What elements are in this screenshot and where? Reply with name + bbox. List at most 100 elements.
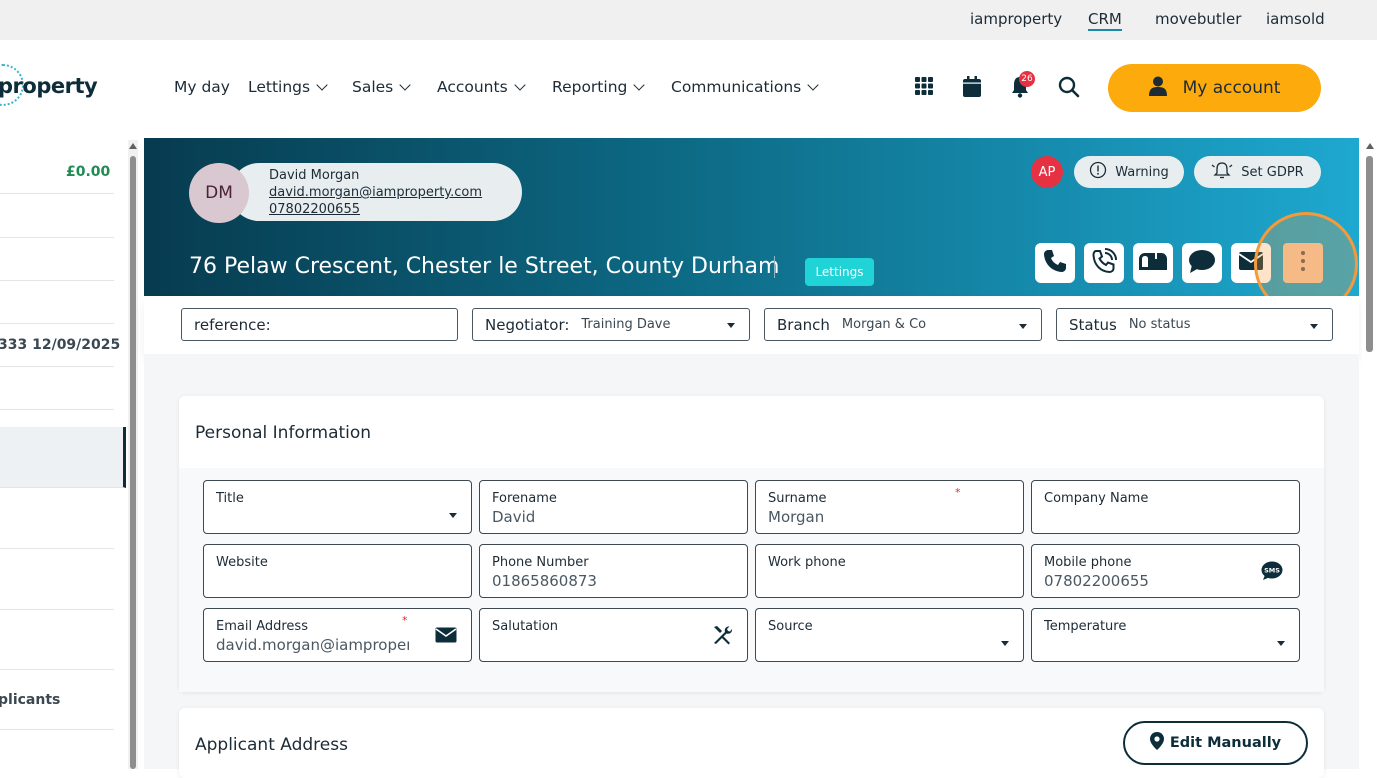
surname-field[interactable]: Surname * Morgan <box>755 480 1024 534</box>
user-avatar[interactable]: AP <box>1031 156 1063 188</box>
sidebar-row[interactable] <box>0 194 114 238</box>
nav-sales-label: Sales <box>352 78 394 96</box>
temperature-label: Temperature <box>1044 619 1127 634</box>
title-label: Title <box>216 491 244 506</box>
source-select[interactable]: Source <box>755 608 1024 662</box>
my-account-button[interactable]: My account <box>1108 64 1321 112</box>
work-phone-label: Work phone <box>768 555 846 570</box>
nav-lettings-label: Lettings <box>248 78 311 96</box>
forename-label: Forename <box>492 491 557 506</box>
mobile-phone-field[interactable]: Mobile phone 07802200655 SMS <box>1031 544 1300 598</box>
chevron-down-icon <box>316 79 328 91</box>
phone-number-field[interactable]: Phone Number 01865860873 <box>479 544 748 598</box>
main-scrollbar-thumb[interactable] <box>1366 156 1373 352</box>
personal-info-title: Personal Information <box>195 423 372 443</box>
call-log-button[interactable] <box>1084 243 1124 283</box>
topbar-link-iamproperty[interactable]: iamproperty <box>970 10 1062 28</box>
calendar-icon[interactable] <box>962 76 984 98</box>
chat-bubble-icon <box>1188 248 1216 278</box>
mobile-phone-label: Mobile phone <box>1044 555 1132 570</box>
nav-accounts[interactable]: Accounts <box>437 78 526 96</box>
title-select[interactable]: Title <box>203 480 472 534</box>
forename-value: David <box>492 508 536 526</box>
search-icon[interactable] <box>1058 76 1080 98</box>
mobile-phone-value: 07802200655 <box>1044 572 1149 590</box>
salutation-field[interactable]: Salutation <box>479 608 748 662</box>
nav-communications[interactable]: Communications <box>671 78 819 96</box>
company-name-field[interactable]: Company Name <box>1031 480 1300 534</box>
apps-grid-icon[interactable] <box>914 76 936 98</box>
sidebar-row[interactable] <box>0 488 114 549</box>
sidebar-row[interactable] <box>0 238 114 281</box>
sidebar-scrollbar-thumb[interactable] <box>130 156 136 769</box>
source-label: Source <box>768 619 813 634</box>
applicant-address-title: Applicant Address <box>195 735 348 755</box>
logo[interactable]: property <box>0 74 98 98</box>
phone-number-value: 01865860873 <box>492 572 597 590</box>
sidebar-row[interactable] <box>0 610 114 670</box>
dropdown-arrow-icon <box>1001 641 1009 646</box>
nav-lettings[interactable]: Lettings <box>248 78 328 96</box>
phone-ringing-icon <box>1091 248 1117 278</box>
nav-accounts-label: Accounts <box>437 78 508 96</box>
envelope-icon[interactable] <box>435 627 457 647</box>
nav-reporting[interactable]: Reporting <box>552 78 646 96</box>
sidebar-applicants-text: plicants <box>0 692 61 708</box>
sidebar-row[interactable] <box>0 549 114 610</box>
reference-label: reference: <box>194 315 271 334</box>
dropdown-arrow-icon <box>1019 324 1027 329</box>
status-select[interactable]: Status No status <box>1056 308 1333 341</box>
call-button[interactable] <box>1035 243 1075 283</box>
email-address-field[interactable]: Email Address * david.morgan@iamproperty… <box>203 608 472 662</box>
edit-manually-button[interactable]: Edit Manually <box>1123 721 1308 765</box>
website-field[interactable]: Website <box>203 544 472 598</box>
set-gdpr-label: Set GDPR <box>1241 164 1304 180</box>
topbar-link-crm[interactable]: CRM <box>1088 10 1122 31</box>
company-name-label: Company Name <box>1044 491 1149 506</box>
contact-phone-link[interactable]: 07802200655 <box>269 202 360 217</box>
chevron-down-icon <box>807 79 819 91</box>
scroll-up-arrow-icon[interactable] <box>1366 143 1374 149</box>
branch-select[interactable]: Branch Morgan & Co <box>764 308 1042 341</box>
map-pin-icon <box>1149 732 1164 754</box>
alarm-bell-icon <box>1211 161 1233 183</box>
nav-sales[interactable]: Sales <box>352 78 411 96</box>
my-account-label: My account <box>1182 78 1281 98</box>
chevron-down-icon <box>399 79 411 91</box>
topbar-link-movebutler[interactable]: movebutler <box>1155 10 1241 28</box>
notification-badge: 26 <box>1019 71 1035 87</box>
dropdown-arrow-icon <box>449 513 457 518</box>
contact-email-link[interactable]: david.morgan@iamproperty.com <box>269 185 482 200</box>
temperature-select[interactable]: Temperature <box>1031 608 1300 662</box>
sidebar-row[interactable] <box>0 367 114 410</box>
dropdown-arrow-icon <box>1310 324 1318 329</box>
surname-label: Surname <box>768 491 827 506</box>
warning-button[interactable]: Warning <box>1074 156 1184 188</box>
svg-text:SMS: SMS <box>1264 567 1280 575</box>
tools-icon[interactable] <box>711 624 733 650</box>
work-phone-field[interactable]: Work phone <box>755 544 1024 598</box>
chevron-down-icon <box>514 79 526 91</box>
email-address-value: david.morgan@iamproperty.com <box>216 636 409 654</box>
forename-field[interactable]: Forename David <box>479 480 748 534</box>
scroll-up-arrow-icon[interactable] <box>129 143 137 149</box>
topbar-link-iamsold[interactable]: iamsold <box>1266 10 1325 28</box>
sms-icon[interactable]: SMS <box>1261 561 1283 585</box>
post-button[interactable] <box>1133 243 1173 283</box>
set-gdpr-button[interactable]: Set GDPR <box>1194 156 1321 188</box>
warning-label: Warning <box>1115 164 1169 180</box>
chat-button[interactable] <box>1182 243 1222 283</box>
negotiator-select[interactable]: Negotiator: Training Dave <box>472 308 750 341</box>
salutation-label: Salutation <box>492 619 559 634</box>
nav-my-day[interactable]: My day <box>174 78 230 96</box>
negotiator-value: Training Dave <box>581 317 671 332</box>
status-label: Status <box>1069 315 1117 334</box>
warning-icon <box>1089 161 1107 183</box>
sidebar-row-active[interactable] <box>0 427 126 488</box>
required-indicator: * <box>402 614 408 627</box>
contact-avatar: DM <box>189 163 249 223</box>
sidebar-row[interactable] <box>0 281 114 324</box>
mailbox-icon <box>1138 248 1168 278</box>
reference-input[interactable]: reference: <box>181 308 458 341</box>
phone-icon <box>1042 248 1068 278</box>
